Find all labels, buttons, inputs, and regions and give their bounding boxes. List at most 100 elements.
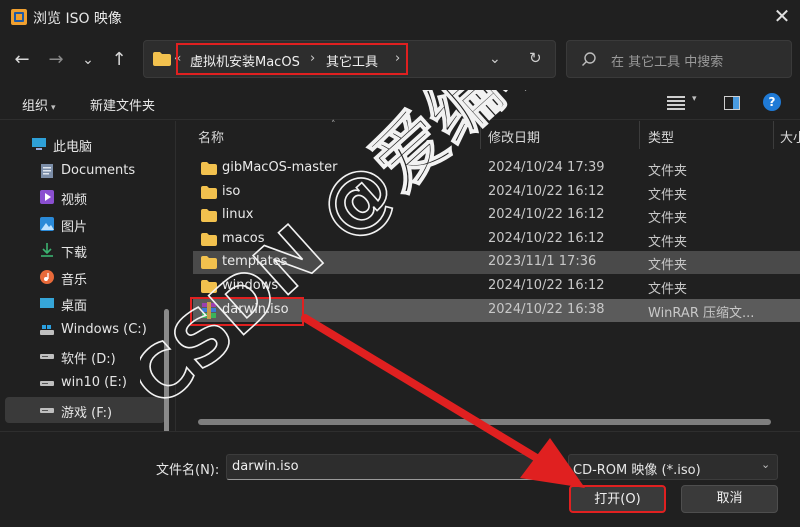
file-date: 2024/10/22 16:12 [488,207,605,222]
up-arrow-icon[interactable]: ↑ [107,48,131,72]
file-row[interactable]: macos 2024/10/22 16:12 文件夹 [193,228,800,251]
close-icon[interactable]: ✕ [770,4,794,28]
file-name: templates [222,254,288,269]
file-type: 文件夹 [648,164,688,179]
sidebar-item-music[interactable]: 音乐 [5,264,165,290]
file-type: 文件夹 [648,188,688,203]
file-name: macos [222,231,265,246]
folder-icon [201,256,217,269]
file-type: 文件夹 [648,282,688,297]
folder-icon [201,280,217,293]
cancel-button[interactable]: 取消 [681,485,778,513]
file-row[interactable]: windows 2024/10/22 16:12 文件夹 [193,275,800,298]
drive-c-icon [40,325,54,335]
folder-icon [201,186,217,199]
file-name: iso [222,184,241,199]
folder-icon [153,52,171,66]
sidebar-item-downloads[interactable]: 下载 [5,237,165,263]
filename-label: 文件名(N): [156,463,220,478]
sidebar-item-videos[interactable]: 视频 [5,184,165,210]
search-input[interactable]: 在 其它工具 中搜索 [566,40,792,78]
file-date: 2023/11/1 17:36 [488,254,597,269]
file-type: WinRAR 压缩文... [648,306,755,321]
sidebar-item-drive-e[interactable]: win10 (E:) [5,370,165,396]
sidebar-item-desktop[interactable]: 桌面 [5,290,165,316]
sidebar-item-pictures[interactable]: 图片 [5,211,165,237]
file-type: 文件夹 [648,211,688,226]
open-button[interactable]: 打开(O) [569,485,666,513]
file-name: linux [222,207,254,222]
file-date: 2024/10/22 16:12 [488,184,605,199]
file-type: 文件夹 [648,258,688,273]
file-date: 2024/10/22 16:38 [488,302,605,317]
sidebar-item-drive-f[interactable]: 游戏 (F:) [5,397,165,423]
search-icon [582,52,596,66]
help-icon[interactable]: ? [763,93,781,111]
file-row[interactable]: templates 2023/11/1 17:36 文件夹 [193,251,800,274]
search-placeholder: 在 其它工具 中搜索 [611,55,724,70]
file-type: 文件夹 [648,235,688,250]
details-view-icon[interactable] [667,96,685,110]
file-name: gibMacOS-master [222,160,338,175]
file-date: 2024/10/22 16:12 [488,278,605,293]
navigation-pane: 此电脑 Documents 视频 图片 下载 音乐 桌面 Windows (C:… [0,121,172,527]
file-row[interactable]: iso 2024/10/22 16:12 文件夹 [193,181,800,204]
sidebar-item-drive-d[interactable]: 软件 (D:) [5,343,165,369]
column-header-type[interactable]: 类型 [648,127,674,146]
file-date: 2024/10/24 17:39 [488,160,605,175]
column-separator[interactable] [480,121,481,149]
computer-icon [32,138,46,150]
refresh-icon[interactable]: ↻ [529,49,542,67]
sort-ascending-icon: ˄ [331,120,336,130]
folder-icon [201,209,217,222]
file-row[interactable]: linux 2024/10/22 16:12 文件夹 [193,204,800,227]
column-separator[interactable] [773,121,774,149]
video-icon [40,190,54,204]
file-type-filter-value: CD-ROM 映像 (*.iso) [573,463,701,478]
download-icon [41,243,53,257]
navigation-bar: ← → ⌄ ↑ « 虚拟机安装MacOS › 其它工具 › ⌄ ↻ 在 其它工具… [0,34,800,86]
drive-icon [40,354,54,359]
pictures-icon [40,217,54,231]
selected-file-highlight-box [190,297,304,326]
organize-caret-icon: ▾ [51,103,56,113]
new-folder-button[interactable]: 新建文件夹 [90,95,155,114]
file-row[interactable]: gibMacOS-master 2024/10/24 17:39 文件夹 [193,157,800,180]
title-bar: 浏览 ISO 映像 ✕ [0,0,800,34]
sidebar-item-drive-c[interactable]: Windows (C:) [5,317,165,343]
breadcrumb-item[interactable]: 其它工具 [326,51,378,70]
window-title: 浏览 ISO 映像 [33,11,122,27]
sidebar-item-documents[interactable]: Documents [5,158,165,184]
back-arrow-icon[interactable]: ← [10,48,34,72]
organize-button[interactable]: 组织 ▾ [22,95,56,114]
column-header-name[interactable]: 名称 [198,127,224,146]
drive-icon [40,381,54,386]
sidebar-item-this-pc[interactable]: 此电脑 [5,131,165,157]
horizontal-scrollbar[interactable] [198,419,771,425]
command-bar: 组织 ▾ 新建文件夹 ▾ ? [0,86,800,120]
address-bar[interactable]: « 虚拟机安装MacOS › 其它工具 › ⌄ ↻ [143,40,556,78]
column-header-modified[interactable]: 修改日期 [488,127,540,146]
recent-locations-chevron-icon[interactable]: ⌄ [76,48,100,72]
address-dropdown-icon[interactable]: ⌄ [489,51,501,67]
drive-icon [40,408,54,413]
column-header-size[interactable]: 大小 [780,127,800,146]
file-name: windows [222,278,279,293]
folder-icon [201,162,217,175]
folder-icon [201,233,217,246]
breadcrumb-separator-icon[interactable]: › [395,51,400,66]
file-date: 2024/10/22 16:12 [488,231,605,246]
breadcrumb-item[interactable]: 虚拟机安装MacOS [190,51,300,70]
file-list: ˄ 名称 修改日期 类型 大小 gibMacOS-master 2024/10/… [176,120,800,431]
filename-field[interactable]: darwin.iso [226,454,559,480]
breadcrumb-separator-icon[interactable]: › [310,51,315,66]
view-options-caret-icon[interactable]: ▾ [692,94,697,104]
forward-arrow-icon[interactable]: → [44,48,68,72]
column-separator[interactable] [639,121,640,149]
dialog-footer: 文件名(N): darwin.iso CD-ROM 映像 (*.iso) ⌄ 打… [0,431,800,527]
desktop-icon [40,298,54,308]
preview-pane-icon[interactable] [724,96,740,110]
chevron-down-icon: ⌄ [761,458,771,471]
documents-icon [41,164,53,178]
file-type-filter[interactable]: CD-ROM 映像 (*.iso) ⌄ [568,454,778,480]
